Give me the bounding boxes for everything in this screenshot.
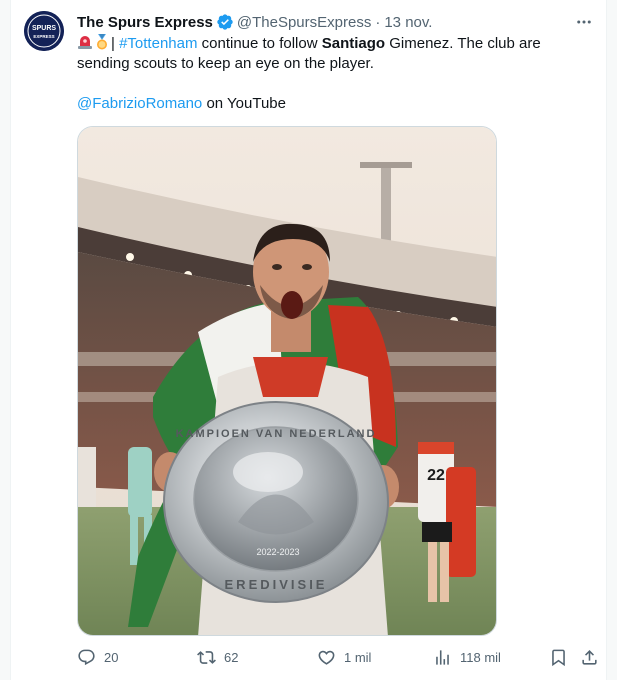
like-button[interactable]: 1 mil [317,648,371,667]
avatar-text-top: SPURS [32,25,56,32]
bookmark-icon [552,649,565,667]
views-chart-icon [436,650,449,665]
text-prefix: | [111,35,120,52]
retweet-icon [197,651,216,664]
tweet-photo[interactable]: KAMPIOEN VAN NEDERLAND EREDIVISIE 2022-2… [77,126,497,636]
trophy-inscription-bottom: EREDIVISIE [225,577,328,592]
like-count: 1 mil [344,650,372,665]
tweet-header: The Spurs Express @TheSpursExpress · 13 … [77,12,594,32]
retweet-count: 62 [224,650,239,665]
text-middle: continue to follow [197,35,322,52]
author-name[interactable]: The Spurs Express [77,14,213,31]
trophy-inscription: KAMPIOEN VAN NEDERLAND [176,428,377,440]
verified-badge-icon [216,13,234,31]
hashtag-link[interactable]: #Tottenham [119,35,197,52]
tweet-card[interactable]: SPURS EXPRESS The Spurs Express @TheSpur… [10,0,607,680]
view-count: 118 mil [460,650,501,665]
spurs-express-logo: SPURS EXPRESS [24,11,64,51]
bookmark-button[interactable] [549,648,568,667]
author-handle[interactable]: @TheSpursExpress [237,14,371,31]
separator-dot: · [375,13,381,31]
tweet-timestamp[interactable]: 13 nov. [384,14,432,31]
tweet-actions: 20 62 1 mil 118 mil [77,646,597,674]
trophy-year: 2022-2023 [256,547,299,557]
retweet-button[interactable]: 62 [197,648,238,667]
player-trophy-photo: KAMPIOEN VAN NEDERLAND EREDIVISIE 2022-2… [78,127,496,635]
reply-button[interactable]: 20 [77,648,118,667]
reply-icon [78,649,95,666]
views-button[interactable]: 118 mil [433,648,501,667]
share-icon [582,650,597,665]
share-button[interactable] [580,648,599,667]
medal-icon [97,34,107,50]
reply-count: 20 [104,650,119,665]
mention-link[interactable]: @FabrizioRomano [77,95,202,112]
siren-icon [78,36,92,49]
tweet-text: | #Tottenham continue to follow Santiago… [77,34,582,114]
more-options-icon[interactable] [574,12,594,32]
avatar-text-bottom: EXPRESS [33,34,54,39]
author-avatar[interactable]: SPURS EXPRESS [24,11,64,51]
bold-name: Santiago [321,35,386,52]
mention-suffix: on YouTube [202,95,286,112]
shirt-number: 22 [427,467,445,484]
heart-icon [318,650,335,665]
